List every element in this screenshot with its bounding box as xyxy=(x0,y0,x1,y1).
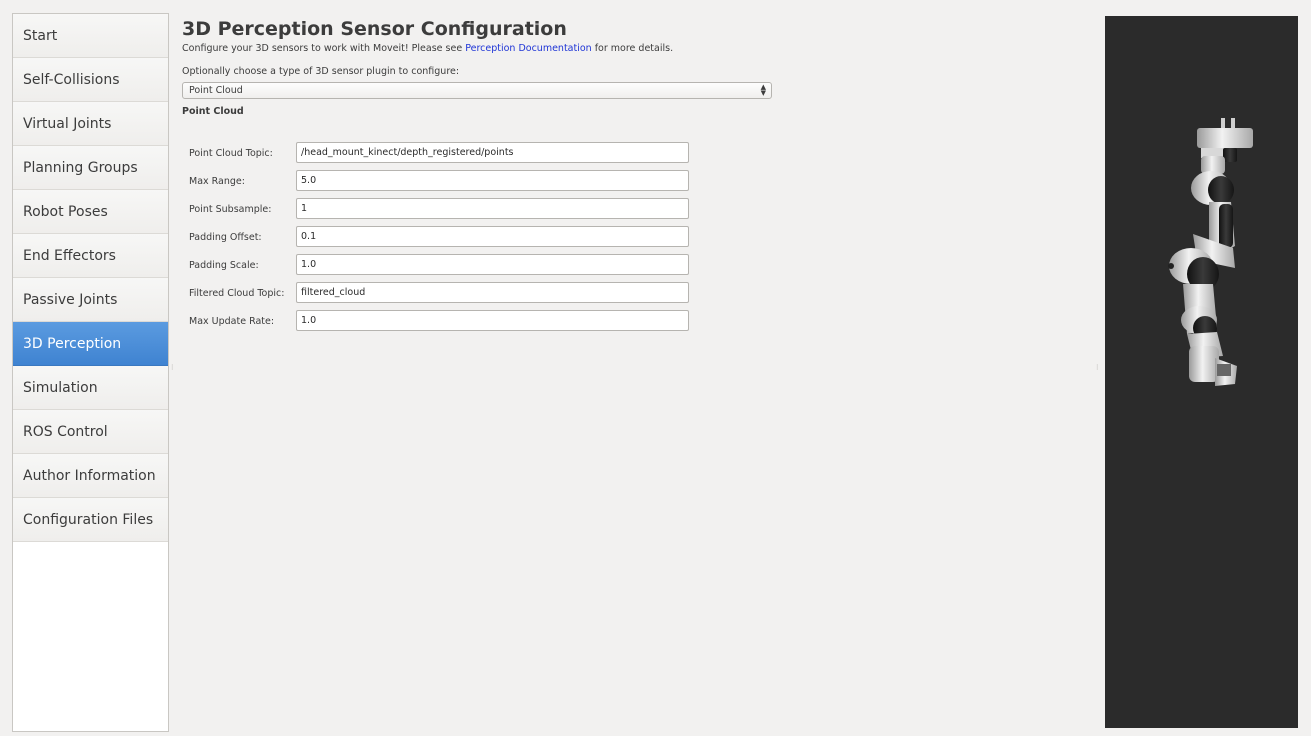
sidebar-item-self-collisions[interactable]: Self-Collisions xyxy=(13,58,168,102)
sidebar-item-robot-poses[interactable]: Robot Poses xyxy=(13,190,168,234)
sidebar-item-label: Virtual Joints xyxy=(23,115,112,132)
sidebar-item-label: End Effectors xyxy=(23,247,116,264)
sidebar-item-author-information[interactable]: Author Information xyxy=(13,454,168,498)
field-label: Padding Scale: xyxy=(189,260,259,271)
main-panel: 3D Perception Sensor Configuration Confi… xyxy=(182,18,782,331)
plugin-choose-label: Optionally choose a type of 3D sensor pl… xyxy=(182,66,460,77)
point-cloud-topic-input[interactable]: /head_mount_kinect/depth_registered/poin… xyxy=(296,142,689,163)
sidebar-item-label: Start xyxy=(23,27,58,44)
sidebar-item-virtual-joints[interactable]: Virtual Joints xyxy=(13,102,168,146)
subtitle-text: Configure your 3D sensors to work with M… xyxy=(182,43,466,54)
sidebar-item-3d-perception[interactable]: 3D Perception xyxy=(13,322,168,366)
sidebar-nav: Start Self-Collisions Virtual Joints Pla… xyxy=(12,13,169,732)
field-label: Max Range: xyxy=(189,176,245,187)
max-range-input[interactable]: 5.0 xyxy=(296,170,689,191)
sidebar-item-configuration-files[interactable]: Configuration Files xyxy=(13,498,168,542)
sidebar-item-ros-control[interactable]: ROS Control xyxy=(13,410,168,454)
field-label: Filtered Cloud Topic: xyxy=(189,288,285,299)
sidebar-item-passive-joints[interactable]: Passive Joints xyxy=(13,278,168,322)
sidebar-item-label: Author Information xyxy=(23,467,156,484)
sidebar-item-label: Self-Collisions xyxy=(23,71,120,88)
sidebar-item-end-effectors[interactable]: End Effectors xyxy=(13,234,168,278)
left-splitter-handle[interactable]: ⁝ xyxy=(171,364,175,378)
point-subsample-input[interactable]: 1 xyxy=(296,198,689,219)
section-title: Point Cloud xyxy=(182,106,244,117)
sidebar-item-label: Robot Poses xyxy=(23,203,108,220)
sidebar-item-label: 3D Perception xyxy=(23,335,122,352)
right-splitter-handle[interactable]: ⁝ xyxy=(1096,364,1100,378)
padding-offset-input[interactable]: 0.1 xyxy=(296,226,689,247)
filtered-cloud-topic-input[interactable]: filtered_cloud xyxy=(296,282,689,303)
page-subtitle: Configure your 3D sensors to work with M… xyxy=(182,42,782,55)
sidebar-item-simulation[interactable]: Simulation xyxy=(13,366,168,410)
sensor-plugin-select[interactable]: Point Cloud ▲ ▼ xyxy=(182,82,772,99)
max-update-rate-input[interactable]: 1.0 xyxy=(296,310,689,331)
sidebar-item-label: ROS Control xyxy=(23,423,108,440)
padding-scale-input[interactable]: 1.0 xyxy=(296,254,689,275)
field-label: Point Cloud Topic: xyxy=(189,148,273,159)
perception-documentation-link[interactable]: Perception Documentation xyxy=(465,43,591,54)
robot-arm-model xyxy=(1168,118,1253,386)
sidebar-item-label: Simulation xyxy=(23,379,98,396)
page-title: 3D Perception Sensor Configuration xyxy=(182,18,567,40)
field-label: Point Subsample: xyxy=(189,204,272,215)
subtitle-text-suffix: for more details. xyxy=(591,43,674,54)
field-label: Max Update Rate: xyxy=(189,316,275,327)
sidebar-item-label: Passive Joints xyxy=(23,291,118,308)
up-down-arrows-icon: ▲ ▼ xyxy=(760,83,766,97)
sidebar-item-label: Planning Groups xyxy=(23,159,138,176)
sidebar-item-planning-groups[interactable]: Planning Groups xyxy=(13,146,168,190)
robot-3d-viewer[interactable] xyxy=(1105,16,1298,728)
moveit-setup-assistant: Start Self-Collisions Virtual Joints Pla… xyxy=(0,0,1311,736)
field-label: Padding Offset: xyxy=(189,232,262,243)
sidebar-item-start[interactable]: Start xyxy=(13,14,168,58)
sidebar-item-label: Configuration Files xyxy=(23,511,154,528)
sensor-plugin-selected-value: Point Cloud xyxy=(189,85,243,96)
